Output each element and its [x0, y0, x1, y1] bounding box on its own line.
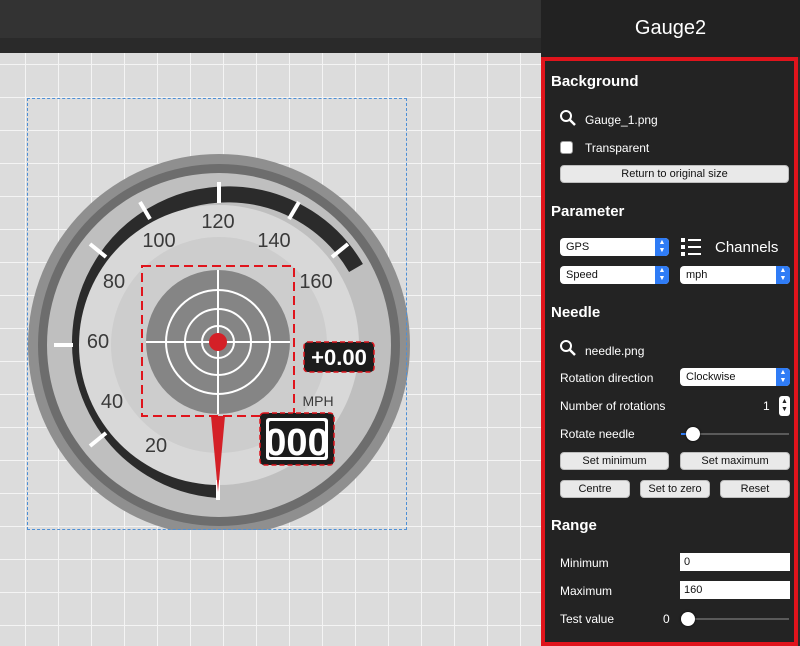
- rotations-value[interactable]: 1: [763, 399, 770, 413]
- chevron-updown-icon: ▲ ▼: [655, 238, 669, 256]
- needle-file-name: needle.png: [585, 344, 645, 358]
- chevron-updown-icon: ▲ ▼: [655, 266, 669, 284]
- test-value-slider[interactable]: [683, 618, 789, 620]
- maximum-label: Maximum: [560, 584, 613, 598]
- return-original-size-button[interactable]: Return to original size: [560, 165, 789, 183]
- centre-button[interactable]: Centre: [560, 480, 630, 498]
- chevron-updown-icon: ▲ ▼: [776, 266, 790, 284]
- background-file-name: Gauge_1.png: [585, 113, 658, 127]
- rotation-direction-value: Clockwise: [686, 371, 736, 383]
- transparent-label: Transparent: [585, 141, 650, 155]
- minimum-input[interactable]: 0: [680, 553, 790, 571]
- source-select[interactable]: GPS ▲ ▼: [560, 238, 669, 256]
- test-value-readout: 0: [663, 612, 670, 626]
- rotation-direction-select[interactable]: Clockwise ▲ ▼: [680, 368, 790, 386]
- properties-panel: Background Gauge_1.png Transparent Retur…: [541, 57, 798, 646]
- editor-strip: [0, 38, 541, 53]
- minimum-label: Minimum: [560, 556, 609, 570]
- search-icon[interactable]: [559, 109, 577, 127]
- background-heading: Background: [551, 73, 639, 90]
- test-value-label: Test value: [560, 612, 615, 626]
- reset-button[interactable]: Reset: [720, 480, 790, 498]
- editor-toolbar: [0, 0, 541, 38]
- list-icon[interactable]: [680, 237, 702, 257]
- unit-select-value: mph: [686, 269, 708, 281]
- chevron-updown-icon: ▲ ▼: [776, 368, 790, 386]
- set-minimum-button[interactable]: Set minimum: [560, 452, 669, 470]
- search-icon[interactable]: [559, 339, 577, 357]
- maximum-input[interactable]: 160: [680, 581, 790, 599]
- source-select-value: GPS: [566, 241, 590, 253]
- parameter-heading: Parameter: [551, 203, 625, 220]
- rotate-needle-label: Rotate needle: [560, 427, 635, 441]
- unit-select[interactable]: mph ▲ ▼: [680, 266, 790, 284]
- range-heading: Range: [551, 517, 597, 534]
- channels-label[interactable]: Channels: [715, 239, 778, 256]
- set-to-zero-button[interactable]: Set to zero: [640, 480, 710, 498]
- channel-select-value: Speed: [566, 269, 598, 281]
- rotate-needle-slider-thumb[interactable]: [685, 427, 700, 441]
- needle-heading: Needle: [551, 304, 601, 321]
- rotations-label: Number of rotations: [560, 399, 666, 413]
- set-maximum-button[interactable]: Set maximum: [680, 452, 790, 470]
- panel-title: Gauge2: [541, 0, 800, 57]
- transparent-checkbox[interactable]: [560, 141, 573, 154]
- channel-select[interactable]: Speed ▲ ▼: [560, 266, 669, 284]
- test-value-slider-thumb[interactable]: [681, 612, 695, 626]
- rotations-stepper[interactable]: ▲ ▼: [779, 396, 790, 416]
- rotation-direction-label: Rotation direction: [560, 371, 654, 385]
- gauge-selection-frame[interactable]: [27, 98, 407, 530]
